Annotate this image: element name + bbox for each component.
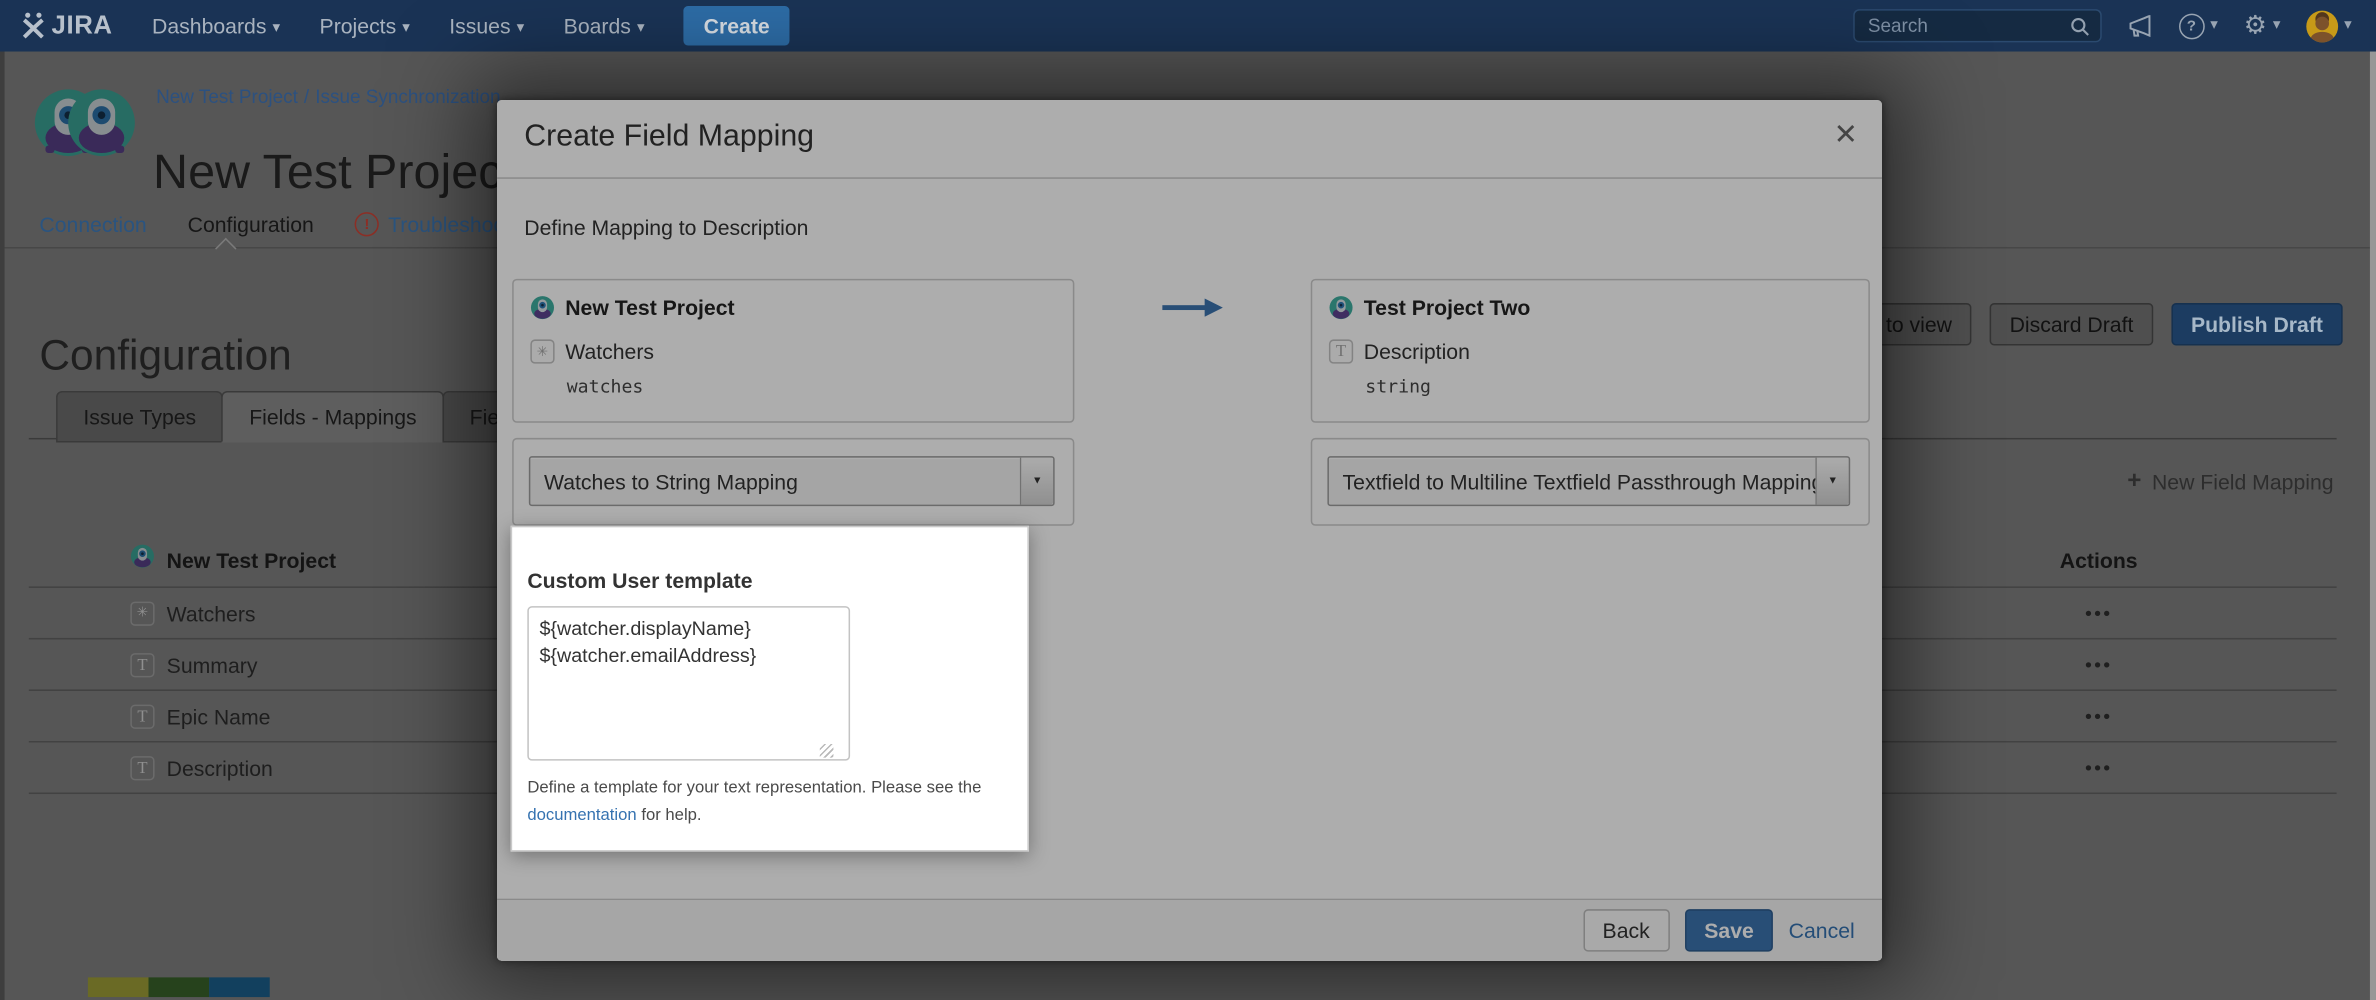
- source-field-card: New Test Project Watchers watches: [512, 279, 1074, 423]
- user-avatar[interactable]: [2306, 10, 2352, 42]
- target-mapping-select[interactable]: Textfield to Multiline Textfield Passthr…: [1327, 456, 1850, 506]
- breadcrumb-separator: /: [304, 86, 309, 107]
- close-icon[interactable]: ✕: [1831, 118, 1861, 153]
- status-bar-green: [148, 977, 209, 997]
- breadcrumb-project-link[interactable]: New Test Project: [156, 86, 298, 107]
- window-edge: [0, 52, 5, 1000]
- search-box: [1853, 9, 2102, 42]
- breadcrumb-page-link[interactable]: Issue Synchronization: [315, 86, 500, 107]
- application-root: New Test Project / Issue Synchronization N…: [0, 0, 2376, 1000]
- row-actions-button[interactable]: •••: [2031, 705, 2167, 728]
- actions-column-header: Actions: [2031, 548, 2167, 572]
- plus-icon: [2127, 468, 2141, 495]
- help-text: Define a template for your text represen…: [527, 779, 981, 797]
- resize-grip-icon[interactable]: [820, 744, 834, 758]
- target-field-card: Test Project Two Description string: [1311, 279, 1870, 423]
- dialog-header: Create Field Mapping ✕: [497, 100, 1882, 179]
- source-mapping-select[interactable]: Watches to String Mapping: [529, 456, 1055, 506]
- settings-gear-icon[interactable]: [2244, 13, 2281, 39]
- jira-logo-text: JIRA: [52, 11, 113, 41]
- search-icon: [2069, 16, 2089, 36]
- watchers-field-icon: [530, 339, 554, 363]
- new-field-mapping-link[interactable]: New Field Mapping: [2127, 468, 2333, 495]
- custom-template-popup: Custom User template ${watcher.displayNa…: [511, 526, 1029, 852]
- text-field-icon: [130, 704, 154, 728]
- jira-logo[interactable]: JIRA: [20, 11, 113, 41]
- target-mapping-value: Textfield to Multiline Textfield Passthr…: [1329, 458, 1815, 505]
- chevron-down-icon: [1020, 458, 1053, 505]
- tab-configuration[interactable]: Configuration: [188, 212, 314, 236]
- draft-action-buttons: Back to view Discard Draft Publish Draft: [1813, 303, 2342, 345]
- breadcrumb: New Test Project / Issue Synchronization: [156, 86, 500, 107]
- nav-dashboards[interactable]: Dashboards: [152, 14, 280, 38]
- project-avatar-icon: [130, 544, 154, 576]
- back-button[interactable]: Back: [1583, 909, 1670, 951]
- save-button[interactable]: Save: [1685, 909, 1774, 951]
- row-actions-button[interactable]: •••: [2031, 602, 2167, 625]
- dialog-footer: Back Save Cancel: [497, 899, 1882, 961]
- dialog-subtitle: Define Mapping to Description: [524, 215, 808, 239]
- search-input[interactable]: [1865, 14, 2070, 38]
- project-avatar-icon: [1329, 295, 1353, 319]
- popup-title: Custom User template: [527, 568, 752, 592]
- field-label: Summary: [167, 652, 258, 676]
- target-mapping-section: Textfield to Multiline Textfield Passthr…: [1311, 438, 1870, 526]
- field-label: Description: [167, 755, 273, 779]
- template-help-text: Define a template for your text represen…: [527, 774, 1012, 829]
- create-field-mapping-dialog: Create Field Mapping ✕ Define Mapping to…: [497, 100, 1882, 961]
- help-icon[interactable]: [2178, 13, 2217, 39]
- mapping-arrow-icon: [1162, 297, 1223, 321]
- cancel-button[interactable]: Cancel: [1789, 918, 1855, 942]
- target-field-label: Description: [1364, 339, 1470, 363]
- project-tabs: Connection Configuration Troubleshooting: [39, 212, 539, 236]
- subtab-fields-mappings[interactable]: Fields - Mappings: [222, 391, 444, 443]
- source-project-name: New Test Project: [565, 295, 734, 319]
- nav-boards[interactable]: Boards: [564, 14, 645, 38]
- field-label: Watchers: [167, 601, 256, 625]
- text-field-icon: [130, 755, 154, 779]
- source-field-type: watches: [567, 376, 644, 397]
- nav-projects[interactable]: Projects: [320, 14, 410, 38]
- text-field-icon: [130, 652, 154, 676]
- configuration-heading: Configuration: [39, 332, 291, 380]
- target-field-type: string: [1365, 376, 1431, 397]
- active-tab-notch: [215, 238, 236, 259]
- tab-connection[interactable]: Connection: [39, 212, 146, 236]
- status-bars: [88, 977, 270, 997]
- publish-draft-button[interactable]: Publish Draft: [2171, 303, 2342, 345]
- text-field-icon: [1329, 339, 1353, 363]
- field-label: Epic Name: [167, 704, 271, 728]
- warning-icon: [355, 212, 379, 236]
- row-actions-button[interactable]: •••: [2031, 653, 2167, 676]
- nav-issues[interactable]: Issues: [449, 14, 524, 38]
- top-nav: JIRA Dashboards Projects Issues Boards C…: [0, 0, 2376, 52]
- page-scrollbar[interactable]: [2370, 52, 2376, 1000]
- jira-logo-icon: [20, 12, 47, 39]
- template-textarea[interactable]: ${watcher.displayName} ${watcher.emailAd…: [527, 606, 850, 761]
- status-bar-yellow: [88, 977, 149, 997]
- dialog-title: Create Field Mapping: [524, 120, 814, 155]
- subtab-issue-types[interactable]: Issue Types: [56, 391, 223, 443]
- chevron-down-icon: [1815, 458, 1848, 505]
- status-bar-blue: [209, 977, 270, 997]
- project-column-header: New Test Project: [167, 548, 336, 572]
- new-field-mapping-label: New Field Mapping: [2152, 470, 2334, 494]
- announcements-icon[interactable]: [2127, 14, 2153, 37]
- source-field-label: Watchers: [565, 339, 654, 363]
- discard-draft-button[interactable]: Discard Draft: [1990, 303, 2153, 345]
- row-actions-button[interactable]: •••: [2031, 756, 2167, 779]
- create-button[interactable]: Create: [684, 6, 789, 45]
- project-avatar: [33, 88, 136, 165]
- documentation-link[interactable]: documentation: [527, 806, 636, 824]
- project-avatar-icon: [530, 295, 554, 319]
- target-project-name: Test Project Two: [1364, 295, 1531, 319]
- source-mapping-value: Watches to String Mapping: [530, 458, 1019, 505]
- watchers-field-icon: [130, 601, 154, 625]
- help-suffix: for help.: [641, 806, 701, 824]
- source-mapping-section: Watches to String Mapping: [512, 438, 1074, 526]
- page-title: New Test Project: [153, 145, 516, 201]
